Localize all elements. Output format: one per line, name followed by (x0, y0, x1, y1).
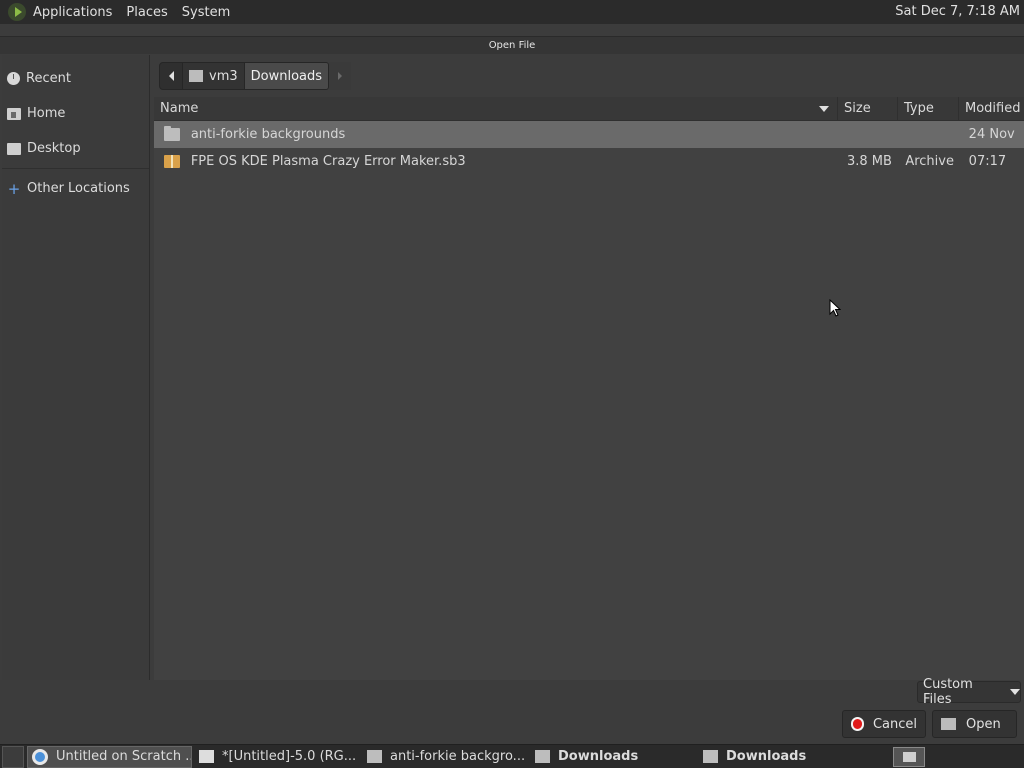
places-sidebar: Recent Home Desktop + Other Locations (2, 55, 150, 680)
applications-menu[interactable]: Applications (26, 0, 119, 24)
path-forward-button[interactable] (329, 62, 352, 90)
cancel-icon (851, 717, 864, 731)
folder-icon (164, 126, 180, 141)
path-segment-label: Downloads (250, 68, 323, 84)
column-size[interactable]: Size (838, 97, 898, 121)
column-type-label: Type (904, 101, 934, 116)
sidebar-item-recent[interactable]: Recent (2, 61, 149, 96)
taskbar-item[interactable]: anti-forkie backgro... (363, 746, 528, 768)
sidebar-item-label: Desktop (27, 141, 81, 156)
top-panel: Applications Places System Sat Dec 7, 7:… (0, 0, 1024, 24)
path-back-button[interactable] (159, 62, 183, 90)
window-icon (903, 752, 916, 762)
show-desktop-button[interactable] (2, 745, 24, 768)
path-segment-downloads[interactable]: Downloads (244, 62, 330, 90)
column-name-label: Name (160, 101, 199, 116)
file-filter-dropdown[interactable]: Custom Files (917, 677, 1021, 707)
archive-icon (164, 155, 180, 168)
system-menu[interactable]: System (175, 0, 237, 24)
home-icon (189, 70, 203, 82)
file-name: anti-forkie backgrounds (190, 127, 346, 142)
places-menu[interactable]: Places (119, 0, 174, 24)
file-row[interactable]: FPE OS KDE Plasma Crazy Error Maker.sb3 … (154, 148, 1024, 175)
sidebar-item-label: Home (27, 106, 66, 121)
taskbar-item[interactable]: Downloads (699, 746, 864, 768)
home-folder-icon (7, 107, 21, 120)
chevron-right-icon (338, 72, 343, 80)
sidebar-separator (2, 168, 149, 169)
file-type: Archive (905, 154, 954, 169)
clock-icon (7, 72, 20, 85)
panel-clock[interactable]: Sat Dec 7, 7:18 AM (895, 0, 1020, 24)
open-button[interactable]: Open (932, 710, 1017, 738)
path-segment-vm3[interactable]: vm3 (183, 62, 245, 90)
sidebar-item-label: Other Locations (27, 181, 130, 196)
column-modified[interactable]: Modified (959, 97, 1024, 121)
open-label: Open (966, 716, 1001, 732)
file-filter-label: Custom Files (923, 677, 973, 707)
column-type[interactable]: Type (898, 97, 959, 121)
path-segment-label: vm3 (209, 68, 238, 84)
dialog-titlebar[interactable]: Open File (0, 36, 1024, 54)
taskbar-item-label: Downloads (726, 749, 807, 764)
taskbar-item-label: Downloads (558, 749, 639, 764)
plus-icon: + (7, 179, 21, 198)
file-modified: 24 Nov (968, 127, 1015, 142)
cancel-button[interactable]: Cancel (842, 710, 926, 738)
sidebar-item-home[interactable]: Home (2, 96, 149, 131)
chevron-left-icon (168, 71, 174, 81)
workspace-switcher[interactable] (893, 747, 925, 767)
taskbar-item-label: Untitled on Scratch ... (56, 749, 192, 764)
file-modified: 07:17 (968, 154, 1007, 169)
folder-icon (535, 750, 550, 763)
dialog-title: Open File (488, 40, 536, 51)
taskbar-item[interactable]: Downloads (531, 746, 696, 768)
chrome-icon (32, 748, 48, 765)
column-header: Name Size Type Modified (154, 97, 1024, 121)
desktop-folder-icon (7, 142, 21, 155)
file-row[interactable]: anti-forkie backgrounds 24 Nov (154, 121, 1024, 148)
gimp-icon (199, 750, 214, 763)
taskbar-item[interactable]: Untitled on Scratch ... (27, 745, 192, 768)
cancel-label: Cancel (872, 716, 917, 732)
sidebar-item-desktop[interactable]: Desktop (2, 131, 149, 166)
column-size-label: Size (844, 101, 871, 116)
sort-descending-icon (819, 106, 829, 112)
path-bar: vm3 Downloads (159, 62, 352, 90)
folder-icon (703, 750, 718, 763)
taskbar-item-label: anti-forkie backgro... (390, 749, 526, 764)
applications-menu-icon[interactable] (8, 3, 26, 21)
column-modified-label: Modified (965, 101, 1021, 116)
open-folder-icon (941, 718, 956, 730)
sidebar-item-label: Recent (26, 71, 71, 86)
chevron-down-icon (1010, 689, 1020, 695)
sidebar-item-other-locations[interactable]: + Other Locations (2, 171, 149, 206)
taskbar-item-label: *[Untitled]-5.0 (RG... (222, 749, 357, 764)
mouse-pointer-icon (829, 299, 841, 317)
folder-icon (367, 750, 382, 763)
file-size: 3.8 MB (846, 154, 892, 169)
file-list[interactable]: Name Size Type Modified anti-forkie back… (154, 97, 1024, 680)
file-name: FPE OS KDE Plasma Crazy Error Maker.sb3 (190, 154, 466, 169)
taskbar: Untitled on Scratch ... *[Untitled]-5.0 … (0, 744, 1024, 768)
column-name[interactable]: Name (154, 97, 838, 121)
taskbar-item[interactable]: *[Untitled]-5.0 (RG... (195, 746, 360, 768)
